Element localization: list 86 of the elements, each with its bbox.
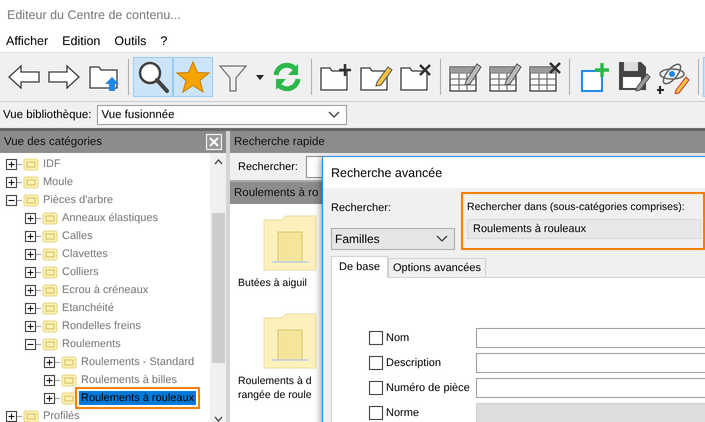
tree-item[interactable]: Profilés — [41, 409, 82, 422]
tree-item[interactable]: Roulements à billes — [79, 373, 179, 387]
category-icon — [42, 246, 58, 262]
category-icon — [42, 318, 58, 334]
tree-item[interactable]: Calles — [60, 229, 95, 243]
checkbox[interactable] — [369, 356, 383, 370]
tree-item[interactable]: Roulements - Standard — [79, 355, 196, 369]
search-label: Rechercher: — [238, 160, 298, 172]
expand-icon[interactable] — [25, 302, 36, 314]
expand-icon[interactable] — [25, 284, 36, 296]
part-folder-icon — [262, 214, 318, 272]
item-label[interactable]: Butées à aiguil — [238, 276, 307, 290]
tree-item[interactable]: Moule — [41, 175, 75, 189]
tab[interactable]: De base — [331, 256, 388, 278]
star-button[interactable] — [173, 57, 213, 97]
expand-icon[interactable] — [44, 374, 55, 386]
item-label[interactable]: Roulements à d rangée de roule — [238, 374, 312, 402]
tree-item[interactable]: IDF — [41, 157, 63, 171]
expand-icon[interactable] — [6, 176, 17, 188]
category-icon — [42, 336, 58, 352]
category-icon — [42, 282, 58, 298]
scope-label: Rechercher dans (sous-catégories comprises): — [467, 201, 685, 213]
category-icon — [61, 372, 77, 388]
menu-item[interactable]: Outils — [114, 34, 146, 48]
category-icon — [61, 354, 77, 370]
category-icon — [42, 264, 58, 280]
expand-icon[interactable] — [25, 248, 36, 260]
chevron-down-icon — [328, 111, 340, 119]
field-label: Nom — [386, 332, 410, 344]
category-icon — [23, 174, 39, 190]
panel-title: Vue des catégories — [4, 136, 102, 148]
expand-icon[interactable] — [6, 410, 17, 422]
dialog-title: Recherche avancée — [331, 166, 442, 180]
scroll-up-icon[interactable] — [214, 159, 222, 165]
panel-title: Roulements à ro — [234, 187, 318, 199]
input-field[interactable] — [476, 378, 705, 398]
window-title: Editeur du Centre de contenu... — [7, 8, 181, 22]
tree-item[interactable]: Ecrou à créneaux — [60, 283, 150, 297]
tree-item[interactable]: Roulements — [60, 337, 123, 351]
search-label: Rechercher: — [331, 202, 392, 214]
collapse-icon[interactable] — [6, 194, 17, 206]
menu-item[interactable]: Edition — [62, 34, 100, 48]
expand-icon[interactable] — [25, 266, 36, 278]
expand-icon[interactable] — [25, 212, 36, 224]
tree-item[interactable]: Etanchéité — [60, 301, 116, 315]
tree-item[interactable]: Roulements à rouleaux — [79, 391, 196, 405]
tree-item[interactable]: Clavettes — [60, 247, 110, 261]
tree-item[interactable]: Pièces d'arbre — [41, 193, 115, 207]
library-view-label: Vue bibliothèque: — [3, 109, 92, 121]
expand-icon[interactable] — [6, 158, 17, 170]
menu-item[interactable]: ? — [160, 34, 168, 48]
panel-title: Recherche rapide — [234, 136, 325, 148]
part-folder-icon — [262, 312, 318, 370]
collapse-icon[interactable] — [25, 338, 36, 350]
scroll-down-icon[interactable] — [214, 416, 222, 422]
category-icon — [42, 300, 58, 316]
tab[interactable]: Options avancées — [388, 258, 486, 278]
menu-item[interactable]: Afficher — [6, 34, 48, 48]
category-icon — [42, 228, 58, 244]
field-label: Norme — [386, 407, 420, 419]
category-icon — [42, 210, 58, 226]
expand-icon[interactable] — [44, 392, 55, 404]
category-icon — [23, 156, 39, 172]
input-field[interactable] — [476, 353, 705, 373]
input-field[interactable] — [476, 328, 705, 348]
category-icon — [23, 408, 39, 422]
category-icon — [61, 390, 77, 406]
scope-field: Roulements à rouleaux — [467, 219, 701, 239]
checkbox[interactable] — [369, 381, 383, 395]
library-view-dropdown[interactable]: Vue fusionnée — [97, 105, 348, 125]
expand-icon[interactable] — [25, 230, 36, 242]
expand-icon[interactable] — [44, 356, 55, 368]
search-type-dropdown[interactable]: Familles — [331, 228, 455, 250]
chevron-down-icon — [436, 235, 448, 243]
tree-item[interactable]: Rondelles freins — [60, 319, 143, 333]
category-icon — [23, 192, 39, 208]
expand-icon[interactable] — [25, 320, 36, 332]
checkbox[interactable] — [369, 331, 383, 345]
caret-icon — [255, 72, 265, 82]
tree-item[interactable]: Colliers — [60, 265, 101, 279]
close-button[interactable] — [206, 134, 222, 150]
field-label: Numéro de pièce — [386, 382, 470, 394]
scrollbar[interactable] — [210, 153, 226, 422]
search-button[interactable] — [133, 57, 173, 97]
tree-item[interactable]: Anneaux élastiques — [60, 211, 160, 225]
field-label: Description — [386, 357, 442, 369]
